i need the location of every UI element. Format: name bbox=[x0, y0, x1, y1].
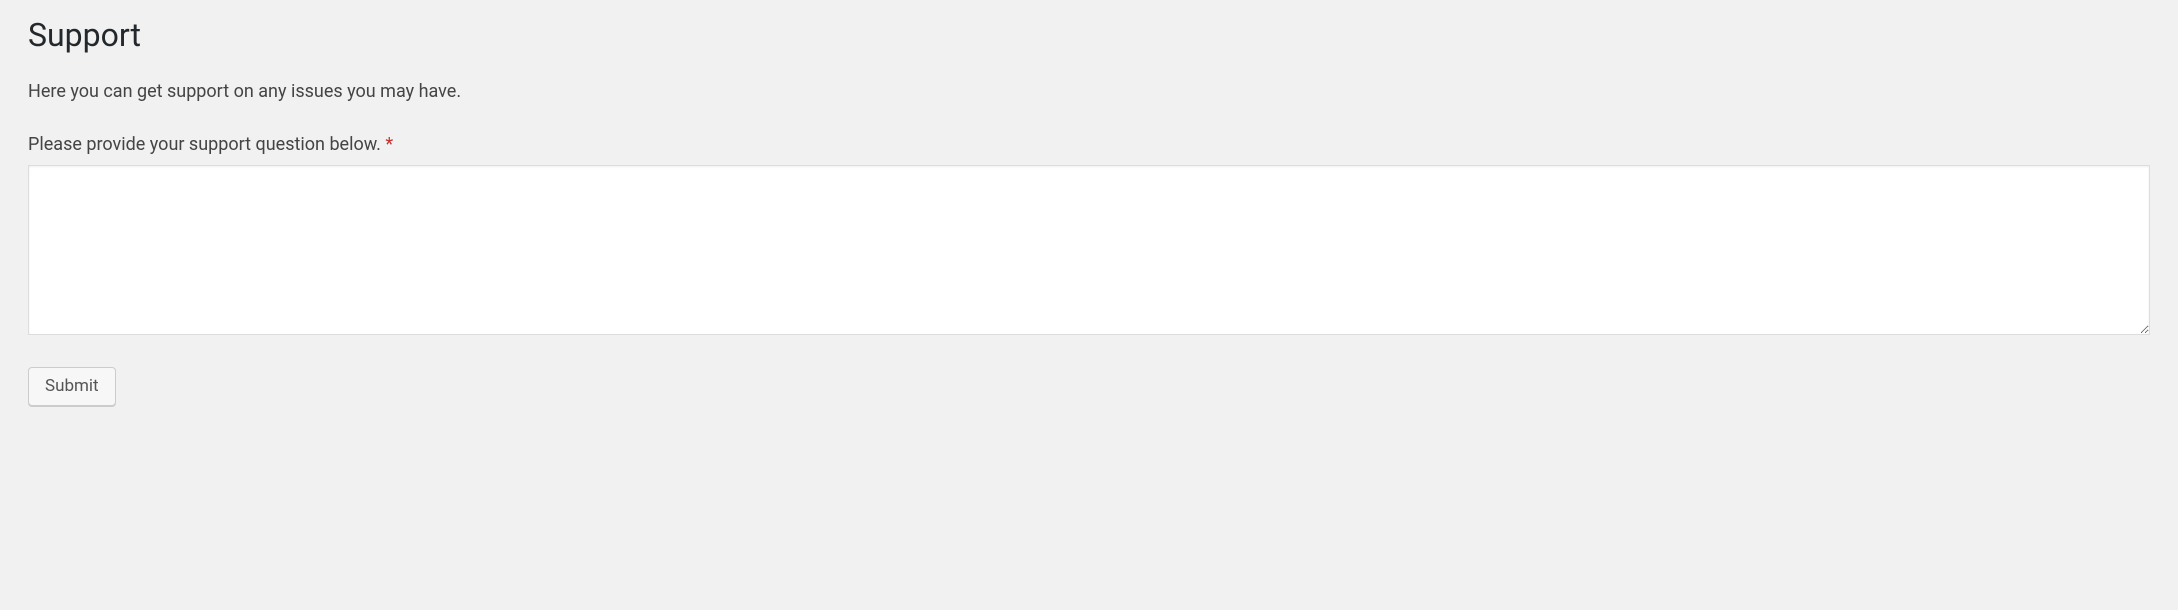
page-title: Support bbox=[28, 15, 2150, 57]
submit-button[interactable]: Submit bbox=[28, 367, 116, 406]
intro-text: Here you can get support on any issues y… bbox=[28, 79, 2150, 104]
support-question-label-text: Please provide your support question bel… bbox=[28, 134, 381, 155]
support-question-textarea[interactable] bbox=[28, 165, 2150, 335]
required-asterisk: * bbox=[385, 134, 393, 155]
support-question-label: Please provide your support question bel… bbox=[28, 132, 2150, 157]
